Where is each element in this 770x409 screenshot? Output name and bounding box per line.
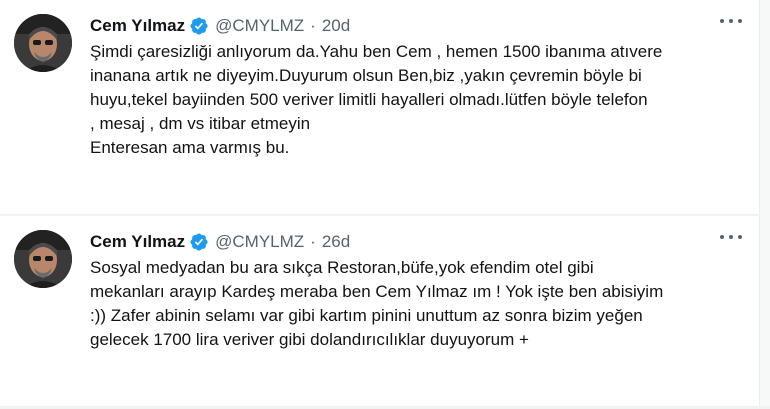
more-options-icon[interactable] <box>720 14 742 28</box>
tweet-text-line: Şimdi çaresizliği anlıyorum da.Yahu ben … <box>90 42 663 61</box>
tweet-text-line: , mesaj , dm vs itibar etmeyin <box>90 114 311 133</box>
tweet[interactable]: Cem Yılmaz @CMYLMZ · 26d Sosyal medyadan… <box>0 216 760 406</box>
verified-badge-icon <box>190 233 208 251</box>
tweet-text-line: :)) Zafer abinin selamı var gibi kartım … <box>90 306 643 325</box>
tweet-timestamp[interactable]: 26d <box>322 232 350 252</box>
tweet-text-line: huyu,tekel bayiinden 500 veriver limitli… <box>90 90 648 109</box>
avatar-photo-icon <box>14 230 72 288</box>
author-name[interactable]: Cem Yılmaz <box>90 232 185 252</box>
tweet-text-line: mekanları arayıp Kardeş meraba ben Cem Y… <box>90 282 664 301</box>
verified-badge-icon <box>190 17 208 35</box>
tweet-text: Sosyal medyadan bu ara sıkça Restoran,bü… <box>90 256 740 352</box>
tweet-text-line: Enteresan ama varmış bu. <box>90 138 290 157</box>
avatar[interactable] <box>14 230 72 288</box>
author-handle[interactable]: @CMYLMZ <box>215 232 304 252</box>
author-handle[interactable]: @CMYLMZ <box>215 16 304 36</box>
tweet-text-line: inanana artık ne diyeyim.Duyurum olsun B… <box>90 66 642 85</box>
separator-dot: · <box>310 232 316 251</box>
tweet-text-line: gelecek 1700 lira veriver gibi dolandırı… <box>90 330 529 349</box>
more-options-icon[interactable] <box>720 230 742 244</box>
tweet-timestamp[interactable]: 20d <box>322 16 350 36</box>
avatar-photo-icon <box>14 14 72 72</box>
separator-dot: · <box>310 16 316 35</box>
tweet[interactable]: Cem Yılmaz @CMYLMZ · 20d Şimdi çaresizli… <box>0 0 760 214</box>
scrollbar-track[interactable] <box>759 0 770 409</box>
tweet-text: Şimdi çaresizliği anlıyorum da.Yahu ben … <box>90 40 740 160</box>
avatar[interactable] <box>14 14 72 72</box>
tweet-text-line: Sosyal medyadan bu ara sıkça Restoran,bü… <box>90 258 594 277</box>
author-name[interactable]: Cem Yılmaz <box>90 16 185 36</box>
tweet-header: Cem Yılmaz @CMYLMZ · 20d <box>90 14 350 38</box>
tweet-header: Cem Yılmaz @CMYLMZ · 26d <box>90 230 350 254</box>
